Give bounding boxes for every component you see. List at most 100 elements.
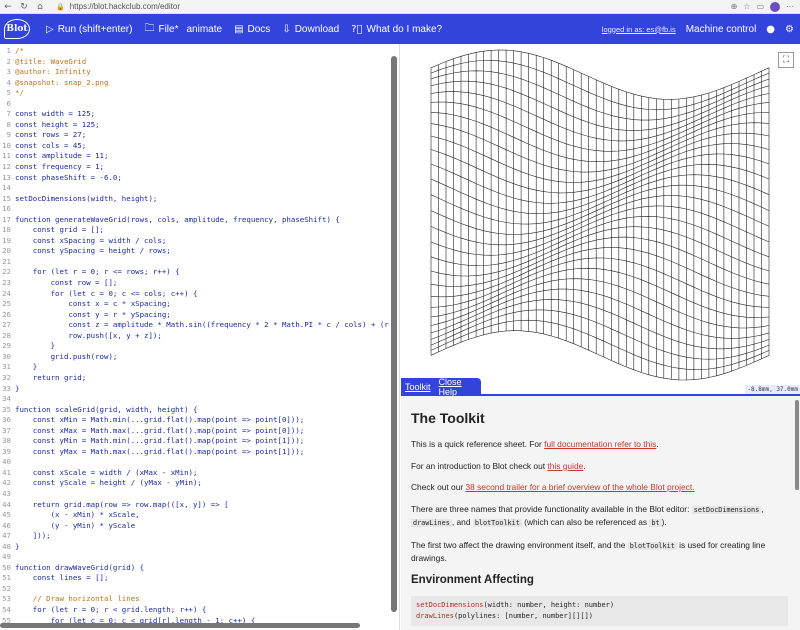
code-line[interactable]: 29 } <box>0 341 399 352</box>
code-line[interactable]: 27 const z = amplitude * Math.sin((frequ… <box>0 320 399 331</box>
line-text[interactable]: for (let r = 0; r <= rows; r++) { <box>14 267 180 278</box>
code-line[interactable]: 4 @snapshot: snap_2.png <box>0 78 399 89</box>
run-button[interactable]: ▷ Run (shift+enter) <box>46 24 132 35</box>
more-icon[interactable]: ⋯ <box>786 2 794 12</box>
line-text[interactable]: const yMax = Math.max(...grid.flat().map… <box>14 447 304 458</box>
line-text[interactable]: const width = 125; <box>14 109 95 120</box>
line-text[interactable]: @author: Infinity <box>14 67 91 78</box>
code-line[interactable]: 7 const width = 125; <box>0 109 399 120</box>
zoom-icon[interactable]: ⊕ <box>731 2 738 12</box>
code-line[interactable]: 14 <box>0 183 399 194</box>
line-text[interactable]: const grid = []; <box>14 225 104 236</box>
line-text[interactable]: /* <box>14 46 24 57</box>
line-text[interactable]: @title: WaveGrid <box>14 57 86 68</box>
line-text[interactable]: const lines = []; <box>14 573 109 584</box>
code-line[interactable]: 51 const lines = []; <box>0 573 399 584</box>
line-text[interactable]: const z = amplitude * Math.sin((frequenc… <box>14 320 399 331</box>
line-text[interactable]: } <box>14 341 55 352</box>
line-text[interactable]: for (let c = 0; c <= cols; c++) { <box>14 289 198 300</box>
gear-icon[interactable]: ⚙ <box>785 24 794 35</box>
editor-horizontal-scrollbar[interactable] <box>0 623 360 628</box>
line-text[interactable]: const cols = 45; <box>14 141 86 152</box>
line-text[interactable]: for (let r = 0; r < grid.length; r++) { <box>14 605 207 616</box>
code-line[interactable]: 25 const x = c * xSpacing; <box>0 299 399 310</box>
line-text[interactable] <box>14 457 15 468</box>
code-line[interactable]: 38 const yMin = Math.min(...grid.flat().… <box>0 436 399 447</box>
guide-link[interactable]: this guide <box>547 461 583 471</box>
line-text[interactable]: const yScale = height / (yMax - yMin); <box>14 478 202 489</box>
line-text[interactable]: */ <box>14 88 24 99</box>
code-lines[interactable]: 1/* 2 @title: WaveGrid 3 @author: Infinity 4 @… <box>0 46 399 626</box>
code-line[interactable]: 35 function scaleGrid(grid, width, height… <box>0 405 399 416</box>
code-line[interactable]: 31 } <box>0 362 399 373</box>
line-text[interactable]: const y = r * ySpacing; <box>14 310 170 321</box>
code-line[interactable]: 46 (y - yMin) * yScale <box>0 521 399 532</box>
line-text[interactable] <box>14 584 15 595</box>
line-text[interactable]: const xMax = Math.max(...grid.flat().map… <box>14 426 304 437</box>
line-text[interactable] <box>14 394 15 405</box>
line-text[interactable] <box>14 204 15 215</box>
line-text[interactable]: } <box>14 542 19 553</box>
code-line[interactable]: 49 <box>0 552 399 563</box>
code-line[interactable]: 54 for (let r = 0; r < grid.length; r++)… <box>0 605 399 616</box>
line-text[interactable]: const frequency = 1; <box>14 162 104 173</box>
animate-button[interactable]: animate <box>186 24 222 35</box>
back-icon[interactable]: ← <box>0 2 16 12</box>
code-line[interactable]: 2 @title: WaveGrid <box>0 57 399 68</box>
code-line[interactable]: 12 const frequency = 1; <box>0 162 399 173</box>
code-line[interactable]: 45 (x - xMin) * xScale, <box>0 510 399 521</box>
code-line[interactable]: 33} <box>0 384 399 395</box>
code-line[interactable]: 42 const yScale = height / (yMax - yMin)… <box>0 478 399 489</box>
code-line[interactable]: 18 const grid = []; <box>0 225 399 236</box>
refresh-icon[interactable]: ↻ <box>16 2 32 12</box>
docs-scrollbar[interactable] <box>795 400 799 490</box>
line-text[interactable]: const row = []; <box>14 278 118 289</box>
code-line[interactable]: 23 const row = []; <box>0 278 399 289</box>
tab-toolkit[interactable]: Toolkit <box>405 382 431 392</box>
line-text[interactable] <box>14 489 15 500</box>
code-line[interactable]: 24 for (let c = 0; c <= cols; c++) { <box>0 289 399 300</box>
line-text[interactable]: const yMin = Math.min(...grid.flat().map… <box>14 436 304 447</box>
download-button[interactable]: ⇩ Download <box>282 24 339 35</box>
full-docs-link[interactable]: full documentation refer to this <box>544 439 656 449</box>
tab-close-help[interactable]: Close Help <box>439 377 477 397</box>
line-text[interactable]: // Draw horizontal lines <box>14 594 140 605</box>
line-text[interactable]: const rows = 27; <box>14 130 86 141</box>
code-line[interactable]: 52 <box>0 584 399 595</box>
blot-logo[interactable]: Blot <box>0 14 34 44</box>
line-text[interactable] <box>14 99 15 110</box>
line-text[interactable]: const xSpacing = width / cols; <box>14 236 167 247</box>
line-text[interactable]: const xScale = width / (xMax - xMin); <box>14 468 198 479</box>
code-line[interactable]: 3 @author: Infinity <box>0 67 399 78</box>
line-text[interactable]: return grid; <box>14 373 86 384</box>
profile-avatar[interactable] <box>770 1 780 12</box>
code-line[interactable]: 37 const xMax = Math.max(...grid.flat().… <box>0 426 399 437</box>
line-text[interactable]: } <box>14 384 19 395</box>
code-line[interactable]: 5 */ <box>0 88 399 99</box>
code-line[interactable]: 13 const phaseShift = -6.0; <box>0 173 399 184</box>
code-editor[interactable]: 1/* 2 @title: WaveGrid 3 @author: Infinity 4 @… <box>0 44 400 630</box>
code-line[interactable]: 19 const xSpacing = width / cols; <box>0 236 399 247</box>
code-line[interactable]: 17 function generateWaveGrid(rows, cols, … <box>0 215 399 226</box>
line-text[interactable]: (x - xMin) * xScale, <box>14 510 140 521</box>
code-line[interactable]: 47 ])); <box>0 531 399 542</box>
line-text[interactable]: const ySpacing = height / rows; <box>14 246 171 257</box>
code-line[interactable]: 39 const yMax = Math.max(...grid.flat().… <box>0 447 399 458</box>
code-line[interactable]: 30 grid.push(row); <box>0 352 399 363</box>
line-text[interactable] <box>14 257 15 268</box>
line-text[interactable] <box>14 552 15 563</box>
code-line[interactable]: 50 function drawWaveGrid(grid) { <box>0 563 399 574</box>
line-text[interactable] <box>14 183 15 194</box>
code-line[interactable]: 20 const ySpacing = height / rows; <box>0 246 399 257</box>
code-line[interactable]: 34 <box>0 394 399 405</box>
machine-control-button[interactable]: Machine control <box>686 24 757 35</box>
code-line[interactable]: 16 <box>0 204 399 215</box>
line-text[interactable]: setDocDimensions(width, height); <box>14 194 157 205</box>
fit-screen-icon[interactable]: ⛶ <box>778 52 794 68</box>
code-line[interactable]: 26 const y = r * ySpacing; <box>0 310 399 321</box>
code-line[interactable]: 8 const height = 125; <box>0 120 399 131</box>
line-text[interactable]: row.push([x, y + z]); <box>14 331 161 342</box>
line-text[interactable]: const x = c * xSpacing; <box>14 299 170 310</box>
trailer-link[interactable]: 38 second trailer for a brief overview o… <box>465 482 694 492</box>
code-line[interactable]: 9 const rows = 27; <box>0 130 399 141</box>
